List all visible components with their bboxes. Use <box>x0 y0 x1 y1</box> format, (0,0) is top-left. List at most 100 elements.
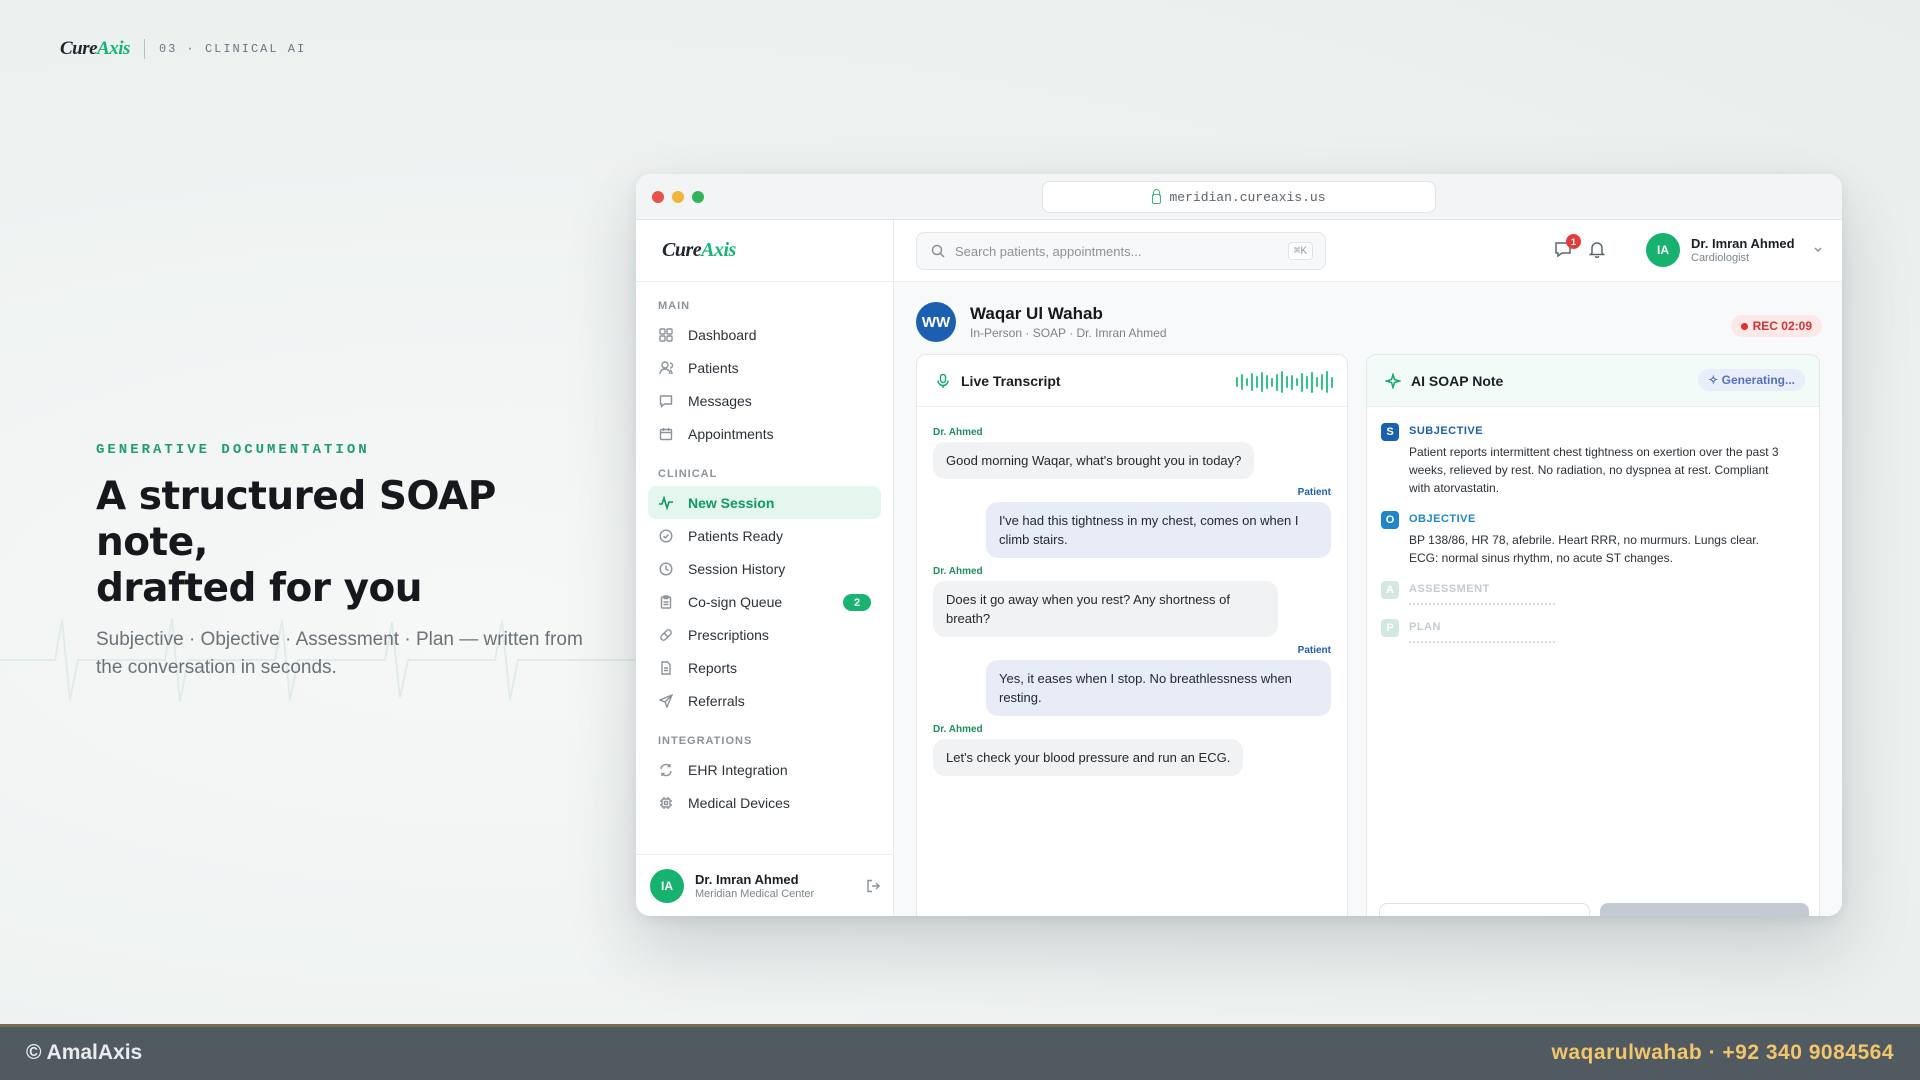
grid-icon <box>658 327 674 343</box>
transcript-message: I've had this tightness in my chest, com… <box>986 502 1331 558</box>
maximize-window-button[interactable] <box>692 191 704 203</box>
pending-placeholder <box>1409 603 1555 605</box>
user-role: Cardiologist <box>1691 252 1750 264</box>
patient-header: WW Waqar Ul Wahab In-Person · SOAP · Dr.… <box>916 302 1167 342</box>
footer-bar: © AmalAxis waqarulwahab · +92 340 908456… <box>0 1024 1920 1080</box>
section-letter-badge: S <box>1381 423 1399 441</box>
sidebar-item-messages[interactable]: Messages <box>648 384 881 417</box>
search-shortcut: ⌘K <box>1287 242 1313 260</box>
url-text: meridian.cureaxis.us <box>1169 189 1326 205</box>
waveform-bar <box>1271 377 1273 387</box>
patient-name: Waqar Ul Wahab <box>970 304 1103 323</box>
sync-icon <box>658 762 674 778</box>
search-input[interactable]: Search patients, appointments... ⌘K <box>916 232 1326 270</box>
sidebar-item-patients-ready[interactable]: Patients Ready <box>648 519 881 552</box>
sidebar-item-label: Messages <box>688 392 752 409</box>
sidebar-section-integrations: INTEGRATIONS <box>658 735 753 747</box>
sidebar-item-label: Medical Devices <box>688 794 790 811</box>
sidebar-item-label: Dashboard <box>688 326 757 343</box>
sidebar-section-main: MAIN <box>658 300 691 312</box>
sidebar-user-card[interactable]: IA Dr. Imran Ahmed Meridian Medical Cent… <box>636 854 894 916</box>
search-icon <box>931 244 945 258</box>
sidebar-item-patients[interactable]: Patients <box>648 351 881 384</box>
sidebar-item-label: Patients <box>688 359 739 376</box>
sidebar-item-dashboard[interactable]: Dashboard <box>648 318 881 351</box>
waveform-bar <box>1241 374 1243 390</box>
brand-divider <box>143 39 145 59</box>
browser-window: meridian.cureaxis.us CureAxis MAIN Dashb… <box>636 174 1842 916</box>
sidebar-item-label: Session History <box>688 560 786 577</box>
clock-icon <box>658 561 674 577</box>
sidebar-item-ehr-integration[interactable]: EHR Integration <box>648 753 881 786</box>
sidebar-item-new-session[interactable]: New Session <box>648 486 881 519</box>
sidebar-item-prescriptions[interactable]: Prescriptions <box>648 618 881 651</box>
sidebar-item-medical-devices[interactable]: Medical Devices <box>648 786 881 819</box>
section-title: SUBJECTIVE <box>1409 425 1484 437</box>
soap-note-panel: AI SOAP Note ✧ Generating... S SUBJECTIVE… <box>1366 354 1820 916</box>
messages-button[interactable]: 1 <box>1554 234 1581 263</box>
sidebar-item-cosign-queue[interactable]: Co-sign Queue 2 <box>648 585 881 618</box>
sidebar-item-label: Referrals <box>688 692 745 709</box>
waveform-bar <box>1256 376 1258 388</box>
address-bar[interactable]: meridian.cureaxis.us <box>1042 181 1436 213</box>
file-icon <box>658 660 674 676</box>
sidebar-item-referrals[interactable]: Referrals <box>648 684 881 717</box>
pulse-icon <box>658 495 674 511</box>
audio-waveform <box>1236 371 1333 393</box>
soap-section-objective: O OBJECTIVE BP 138/86, HR 78, afebrile. He… <box>1381 511 1803 567</box>
sidebar-item-reports[interactable]: Reports <box>648 651 881 684</box>
avatar: IA <box>1646 233 1680 267</box>
slide-background: CureAxis 03 · CLINICAL AI GENERATIVE DOC… <box>0 0 1920 1024</box>
sidebar-item-label: Reports <box>688 659 738 676</box>
user-name: Dr. Imran Ahmed <box>695 871 799 887</box>
waveform-bar <box>1301 372 1303 392</box>
section-letter-badge: O <box>1381 511 1399 529</box>
microphone-icon <box>935 373 951 389</box>
waveform-bar <box>1311 371 1313 393</box>
close-window-button[interactable] <box>652 191 664 203</box>
user-menu[interactable]: IA Dr. Imran Ahmed Cardiologist <box>1646 233 1823 267</box>
calendar-icon <box>658 426 674 442</box>
notifications-button[interactable] <box>1588 240 1606 263</box>
section-letter-badge: P <box>1381 619 1399 637</box>
speaker-label: Dr. Ahmed <box>933 566 983 577</box>
user-name: Dr. Imran Ahmed <box>1691 236 1795 251</box>
hero-eyebrow: GENERATIVE DOCUMENTATION <box>96 442 370 458</box>
speaker-label: Dr. Ahmed <box>933 724 983 735</box>
patient-avatar: WW <box>916 302 956 342</box>
sidebar-item-appointments[interactable]: Appointments <box>648 417 881 450</box>
message-icon <box>658 393 674 409</box>
section-title: ASSESSMENT <box>1409 583 1490 595</box>
section-letter-badge: A <box>1381 581 1399 599</box>
sidebar-item-session-history[interactable]: Session History <box>648 552 881 585</box>
session-meta: In-Person · SOAP · Dr. Imran Ahmed <box>970 326 1167 340</box>
users-icon <box>658 360 674 376</box>
send-icon <box>658 693 674 709</box>
sign-finalize-button[interactable]: Sign & Finalize <box>1600 903 1809 916</box>
waveform-bar <box>1306 375 1308 389</box>
sidebar-item-label: EHR Integration <box>688 761 788 778</box>
soap-section-plan: P PLAN <box>1381 619 1803 643</box>
bell-icon <box>1588 242 1606 262</box>
browser-titlebar: meridian.cureaxis.us <box>636 174 1842 220</box>
waveform-bar <box>1261 372 1263 392</box>
chevron-down-icon <box>1813 241 1823 259</box>
recording-badge: REC 02:09 <box>1730 315 1822 337</box>
sidebar-section-clinical: CLINICAL <box>658 468 718 480</box>
sidebar-logo[interactable]: CureAxis <box>636 220 893 282</box>
soap-actions: Edit Sign & Finalize <box>1379 903 1809 916</box>
contact-info: waqarulwahab · +92 340 9084564 <box>1551 1041 1894 1064</box>
copyright-text: © AmalAxis <box>26 1041 143 1064</box>
speaker-label: Patient <box>1297 487 1331 498</box>
waveform-bar <box>1236 377 1238 387</box>
transcript-message: Good morning Waqar, what's brought you i… <box>933 442 1255 479</box>
edit-button[interactable]: Edit <box>1379 903 1590 916</box>
message-count-badge: 1 <box>1566 234 1581 249</box>
logout-icon[interactable] <box>866 879 880 893</box>
search-placeholder: Search patients, appointments... <box>955 243 1142 259</box>
minimize-window-button[interactable] <box>672 191 684 203</box>
pill-icon <box>658 627 674 643</box>
transcript-message: Does it go away when you rest? Any short… <box>933 581 1278 637</box>
soap-title: AI SOAP Note <box>1411 372 1504 389</box>
section-title: OBJECTIVE <box>1409 513 1476 525</box>
